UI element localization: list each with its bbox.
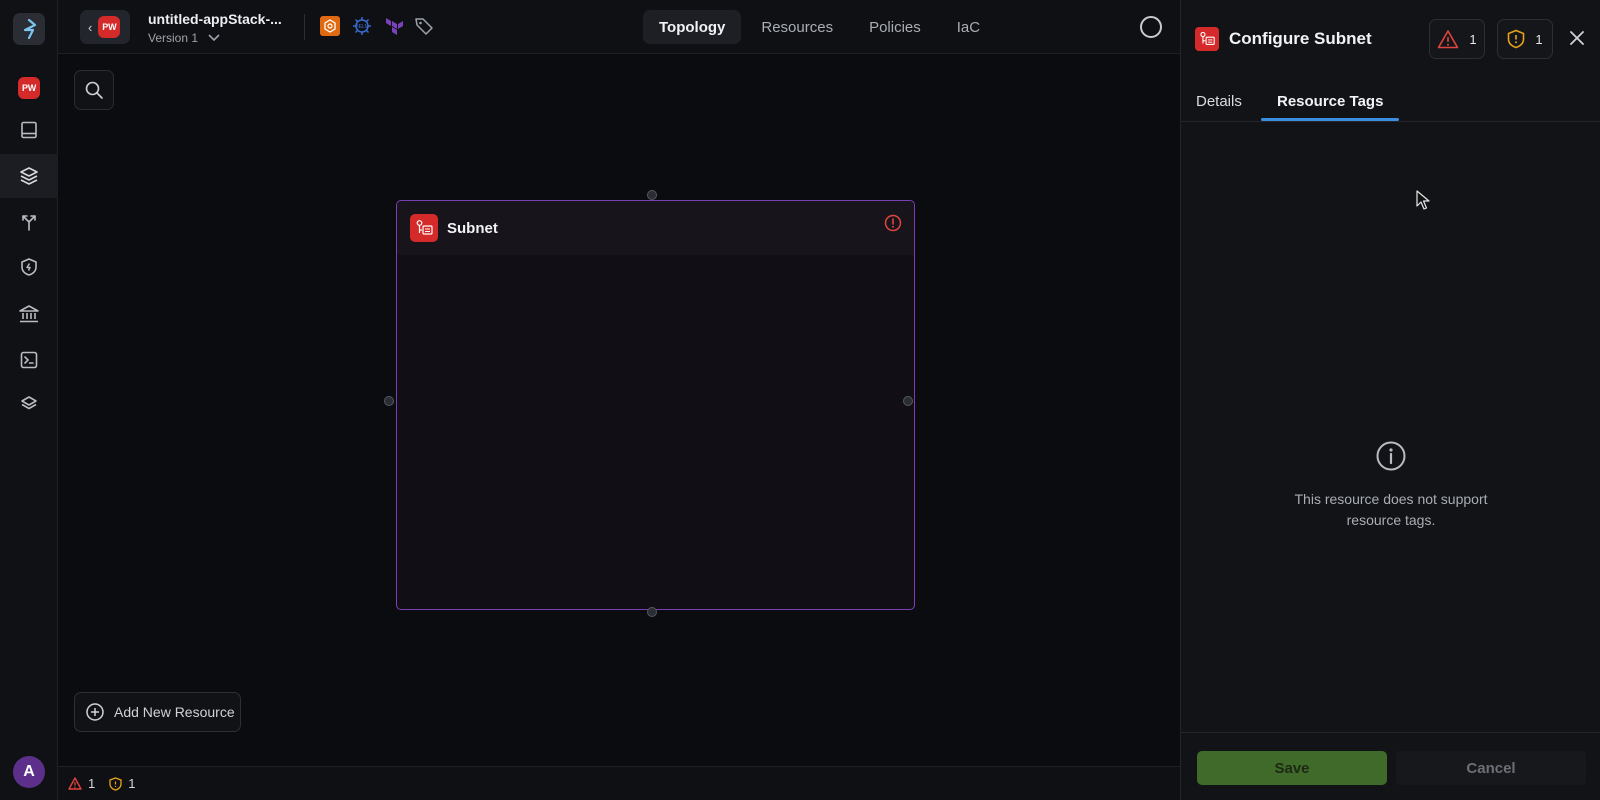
error-count-button[interactable]: 1 <box>1429 19 1485 59</box>
sidebar-item-resources[interactable] <box>0 382 58 426</box>
project-badge: PW <box>18 77 40 99</box>
status-error-count: 1 <box>88 776 96 791</box>
helm-icon[interactable]: HELM <box>350 16 374 36</box>
node-handle-bottom[interactable] <box>647 607 657 617</box>
book-icon <box>21 121 37 139</box>
status-bar: 1 1 <box>58 766 1180 800</box>
node-handle-left[interactable] <box>384 396 394 406</box>
node-handle-right[interactable] <box>903 396 913 406</box>
subnet-icon <box>1195 27 1219 51</box>
empty-state-line2: resource tags. <box>1346 512 1436 528</box>
settings-icon[interactable] <box>1140 16 1162 38</box>
empty-state-message: This resource does not support resource … <box>1181 489 1600 531</box>
topology-canvas[interactable]: Subnet Add New Resource <box>58 54 1180 766</box>
canvas-search-button[interactable] <box>74 70 114 110</box>
git-branch-icon <box>22 215 36 231</box>
warning-triangle-icon <box>68 777 82 790</box>
shield-icon <box>21 258 37 276</box>
app-logo[interactable] <box>13 13 45 45</box>
top-bar: ‹ PW untitled-appStack-... Version 1 HEL… <box>58 0 1180 54</box>
tab-iac[interactable]: IaC <box>941 10 996 44</box>
add-new-resource-button[interactable]: Add New Resource <box>74 692 241 732</box>
terminal-icon <box>20 351 38 369</box>
node-handle-top[interactable] <box>647 190 657 200</box>
panel-tabs: Details Resource Tags <box>1181 80 1600 122</box>
info-icon <box>1376 441 1406 471</box>
sidebar-item-terminal[interactable] <box>0 338 58 382</box>
status-warnings[interactable]: 1 <box>109 776 135 791</box>
sidebar-item-policies[interactable] <box>0 245 58 289</box>
close-panel-button[interactable] <box>1565 26 1589 50</box>
close-icon <box>1570 31 1584 45</box>
terraform-icon[interactable] <box>384 16 404 36</box>
panel-title: Configure Subnet <box>1229 29 1372 48</box>
project-title[interactable]: untitled-appStack-... <box>148 11 282 27</box>
chevron-down-icon <box>208 34 220 42</box>
tech-icons: HELM <box>320 16 436 36</box>
configure-panel: Configure Subnet 1 1 Details Resource Ta… <box>1180 0 1600 800</box>
project-badge-top: PW <box>98 16 121 38</box>
main-tabs: Topology Resources Policies IaC <box>643 10 996 44</box>
sidebar-item-bank[interactable] <box>0 292 58 336</box>
tab-resource-tags[interactable]: Resource Tags <box>1277 80 1383 122</box>
subnet-node[interactable]: Subnet <box>396 200 915 610</box>
sidebar-item-project[interactable]: PW <box>0 66 58 110</box>
divider <box>304 14 305 40</box>
tag-icon[interactable] <box>414 16 436 36</box>
warning-count-button[interactable]: 1 <box>1497 19 1553 59</box>
svg-text:HELM: HELM <box>355 24 369 30</box>
left-rail: PW A <box>0 0 58 800</box>
alert-circle-icon[interactable] <box>884 214 902 232</box>
tab-resources[interactable]: Resources <box>745 10 849 44</box>
bank-icon <box>19 305 39 323</box>
sidebar-item-branches[interactable] <box>0 200 58 244</box>
chevron-left-icon: ‹ <box>88 19 93 35</box>
tab-policies[interactable]: Policies <box>853 10 937 44</box>
back-button[interactable]: ‹ PW <box>80 10 130 44</box>
mouse-cursor-icon <box>1416 190 1430 210</box>
aws-icon[interactable] <box>320 16 340 36</box>
status-errors[interactable]: 1 <box>68 776 95 791</box>
user-avatar[interactable]: A <box>13 756 45 788</box>
shield-warning-icon <box>109 776 122 791</box>
empty-state: This resource does not support resource … <box>1181 440 1600 531</box>
panel-footer: Save Cancel <box>1181 732 1600 800</box>
layers-icon <box>20 167 38 185</box>
node-header: Subnet <box>397 201 914 255</box>
plus-circle-icon <box>86 703 104 721</box>
save-button[interactable]: Save <box>1197 751 1387 785</box>
subnet-icon <box>410 214 438 242</box>
panel-warning-count: 1 <box>1535 31 1543 47</box>
panel-error-count: 1 <box>1469 31 1477 47</box>
sidebar-item-catalog[interactable] <box>0 108 58 152</box>
stack-icon <box>21 396 37 410</box>
sidebar-item-stacks[interactable] <box>0 154 58 198</box>
add-new-resource-label: Add New Resource <box>114 704 235 720</box>
tab-details[interactable]: Details <box>1196 80 1242 122</box>
cancel-button[interactable]: Cancel <box>1396 751 1586 785</box>
search-icon <box>85 81 103 99</box>
panel-title-wrap: Configure Subnet <box>1195 27 1372 51</box>
version-selector[interactable]: Version 1 <box>148 31 220 45</box>
shield-warning-icon <box>1508 29 1525 49</box>
tab-topology[interactable]: Topology <box>643 10 742 44</box>
empty-state-line1: This resource does not support <box>1294 491 1488 507</box>
warning-triangle-icon <box>1438 30 1459 49</box>
status-warning-count: 1 <box>128 776 136 791</box>
version-label: Version 1 <box>148 31 199 45</box>
panel-header: Configure Subnet 1 1 <box>1181 0 1600 76</box>
active-tab-indicator <box>1261 118 1399 121</box>
node-title: Subnet <box>447 219 498 237</box>
